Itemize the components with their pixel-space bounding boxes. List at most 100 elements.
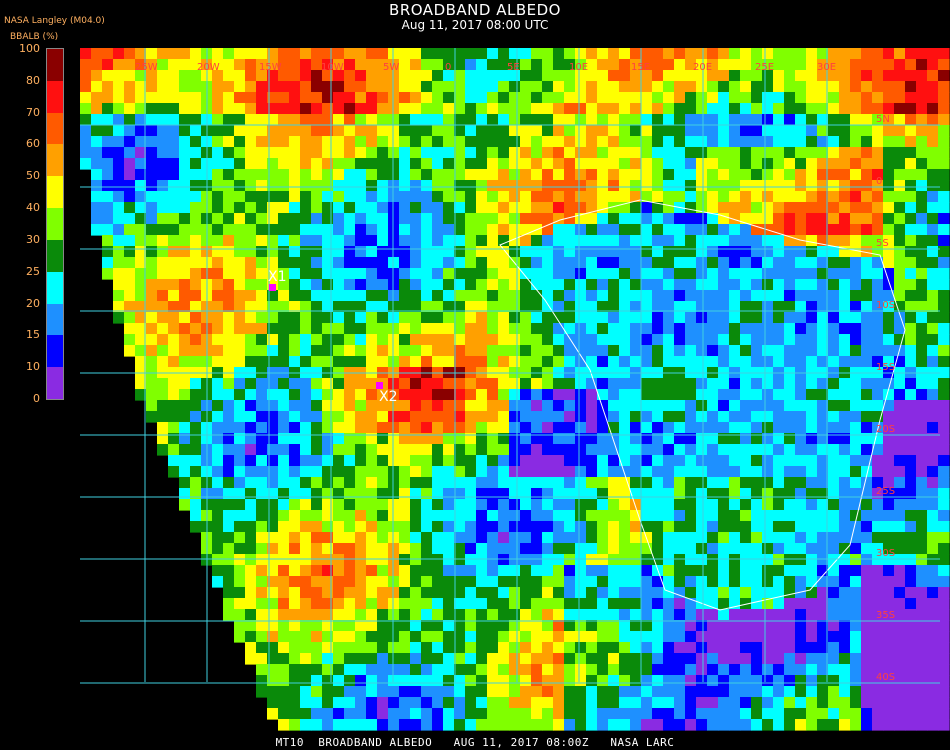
albedo-pixel <box>234 554 246 566</box>
albedo-pixel <box>443 488 455 500</box>
albedo-pixel <box>883 92 895 104</box>
albedo-pixel <box>322 191 334 203</box>
albedo-pixel <box>487 664 499 676</box>
albedo-pixel <box>597 114 609 126</box>
albedo-pixel <box>388 235 400 247</box>
albedo-pixel <box>795 521 807 533</box>
albedo-pixel <box>828 345 840 357</box>
albedo-pixel <box>289 48 301 60</box>
albedo-pixel <box>608 169 620 181</box>
albedo-pixel <box>663 224 675 236</box>
albedo-pixel <box>795 543 807 555</box>
albedo-pixel <box>102 180 114 192</box>
albedo-pixel <box>806 59 818 71</box>
albedo-pixel <box>927 279 939 291</box>
albedo-pixel <box>641 719 653 731</box>
albedo-pixel <box>256 257 268 269</box>
albedo-pixel <box>443 290 455 302</box>
albedo-pixel <box>762 202 774 214</box>
albedo-pixel <box>245 59 257 71</box>
albedo-pixel <box>157 224 169 236</box>
albedo-pixel <box>388 323 400 335</box>
albedo-pixel <box>179 312 191 324</box>
albedo-pixel <box>355 125 367 137</box>
albedo-pixel <box>641 400 653 412</box>
albedo-pixel <box>410 136 422 148</box>
albedo-pixel <box>784 92 796 104</box>
albedo-pixel <box>223 268 235 280</box>
albedo-pixel <box>894 719 906 731</box>
albedo-pixel <box>366 642 378 654</box>
albedo-pixel <box>168 125 180 137</box>
albedo-pixel <box>696 554 708 566</box>
albedo-pixel <box>674 510 686 522</box>
albedo-pixel <box>872 466 884 478</box>
albedo-pixel <box>674 169 686 181</box>
albedo-pixel <box>487 356 499 368</box>
albedo-pixel <box>729 455 741 467</box>
albedo-pixel <box>355 114 367 126</box>
albedo-pixel <box>157 235 169 247</box>
albedo-pixel <box>212 125 224 137</box>
albedo-pixel <box>707 455 719 467</box>
albedo-pixel <box>751 675 763 687</box>
albedo-pixel <box>476 257 488 269</box>
albedo-pixel <box>146 213 158 225</box>
albedo-pixel <box>399 191 411 203</box>
albedo-pixel <box>608 81 620 93</box>
albedo-pixel <box>630 114 642 126</box>
albedo-pixel <box>674 455 686 467</box>
albedo-pixel <box>784 180 796 192</box>
albedo-pixel <box>729 488 741 500</box>
albedo-pixel <box>630 598 642 610</box>
albedo-pixel <box>784 708 796 720</box>
albedo-pixel <box>377 334 389 346</box>
albedo-pixel <box>333 334 345 346</box>
albedo-pixel <box>421 488 433 500</box>
albedo-pixel <box>685 334 697 346</box>
longitude-label: 25E <box>755 62 774 73</box>
albedo-pixel <box>465 246 477 258</box>
albedo-pixel <box>938 400 950 412</box>
albedo-pixel <box>234 59 246 71</box>
albedo-pixel <box>751 499 763 511</box>
albedo-pixel <box>322 169 334 181</box>
footer-caption: MT10 BROADBAND ALBEDO AUG 11, 2017 08:00… <box>275 736 675 749</box>
albedo-pixel <box>696 620 708 632</box>
albedo-pixel <box>245 180 257 192</box>
albedo-pixel <box>333 477 345 489</box>
albedo-pixel <box>124 70 136 82</box>
albedo-pixel <box>707 268 719 280</box>
albedo-pixel <box>443 224 455 236</box>
albedo-pixel <box>256 114 268 126</box>
albedo-pixel <box>586 213 598 225</box>
albedo-pixel <box>630 697 642 709</box>
albedo-pixel <box>355 477 367 489</box>
albedo-pixel <box>542 708 554 720</box>
albedo-pixel <box>80 103 92 115</box>
albedo-pixel <box>696 510 708 522</box>
albedo-pixel <box>696 719 708 731</box>
albedo-pixel <box>278 290 290 302</box>
albedo-pixel <box>146 114 158 126</box>
albedo-pixel <box>597 180 609 192</box>
albedo-pixel <box>278 620 290 632</box>
albedo-pixel <box>168 103 180 115</box>
albedo-pixel <box>883 631 895 643</box>
albedo-pixel <box>652 290 664 302</box>
albedo-pixel <box>905 290 917 302</box>
albedo-pixel <box>740 543 752 555</box>
albedo-pixel <box>487 444 499 456</box>
albedo-pixel <box>300 158 312 170</box>
albedo-pixel <box>256 543 268 555</box>
albedo-pixel <box>179 147 191 159</box>
albedo-pixel <box>278 576 290 588</box>
albedo-pixel <box>542 598 554 610</box>
albedo-pixel <box>454 565 466 577</box>
albedo-pixel <box>443 191 455 203</box>
albedo-pixel <box>509 136 521 148</box>
albedo-pixel <box>322 180 334 192</box>
albedo-pixel <box>894 510 906 522</box>
albedo-pixel <box>476 136 488 148</box>
albedo-pixel <box>388 675 400 687</box>
